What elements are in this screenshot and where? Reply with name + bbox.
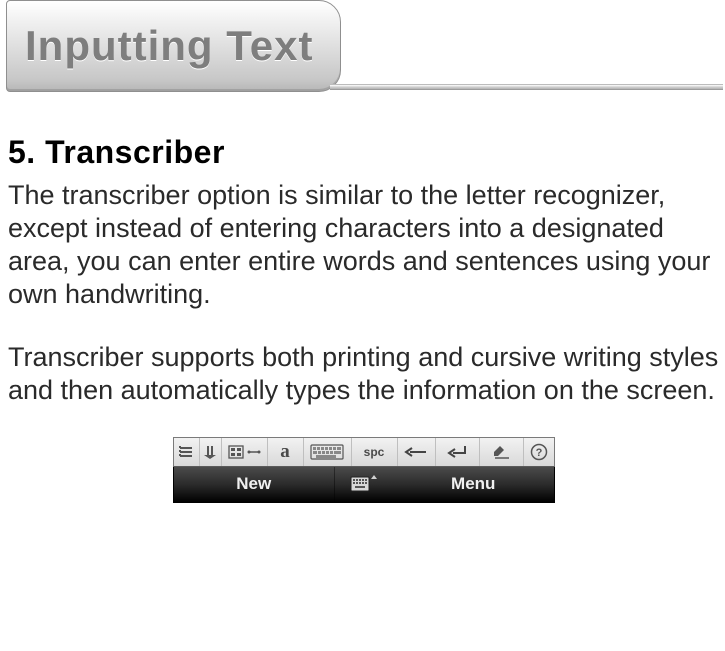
section-body: 5. Transcriber The transcriber option is…: [0, 96, 725, 503]
keyboard-icon: [310, 444, 344, 460]
chapter-tab: Inputting Text: [0, 0, 725, 96]
transcriber-toolbar-figure: a: [173, 437, 555, 503]
correction-button[interactable]: [480, 438, 524, 466]
section-paragraph-2: Transcriber supports both printing and c…: [8, 341, 719, 407]
softkey-bar: New: [173, 467, 555, 503]
sip-icon: [350, 472, 378, 497]
help-button[interactable]: ?: [524, 438, 554, 466]
help-icon: ?: [530, 443, 548, 461]
backspace-button[interactable]: [398, 438, 436, 466]
keyboard-button[interactable]: [304, 438, 352, 466]
chapter-tab-box: Inputting Text: [6, 0, 341, 92]
enter-button[interactable]: [436, 438, 480, 466]
options-button[interactable]: [174, 438, 200, 466]
softkey-menu-label: Menu: [451, 474, 495, 494]
section-heading: 5. Transcriber: [8, 134, 719, 171]
letter-shapes-icon: [227, 444, 261, 460]
document-page: { "header": { "chapter_title": "Inputtin…: [0, 0, 725, 651]
recognition-mode-button[interactable]: a: [268, 438, 304, 466]
space-label: spc: [364, 445, 385, 459]
sip-toggle[interactable]: [335, 467, 393, 502]
softkey-menu[interactable]: Menu: [393, 467, 554, 502]
chapter-underline: [330, 84, 723, 90]
recognition-mode-label: a: [280, 441, 290, 463]
space-button[interactable]: spc: [352, 438, 398, 466]
section-paragraph-1: The transcriber option is similar to the…: [8, 179, 719, 311]
softkey-new[interactable]: New: [174, 467, 336, 502]
chapter-title: Inputting Text: [25, 25, 314, 67]
options-icon: [179, 445, 193, 459]
correction-icon: [492, 445, 510, 459]
enter-icon: [445, 444, 469, 460]
writing-direction-icon: [204, 445, 216, 459]
backspace-icon: [404, 446, 428, 458]
writing-direction-button[interactable]: [200, 438, 222, 466]
letter-shapes-button[interactable]: [222, 438, 268, 466]
svg-text:?: ?: [535, 447, 542, 459]
softkey-new-label: New: [236, 474, 271, 494]
transcriber-toolbar: a: [173, 437, 555, 467]
